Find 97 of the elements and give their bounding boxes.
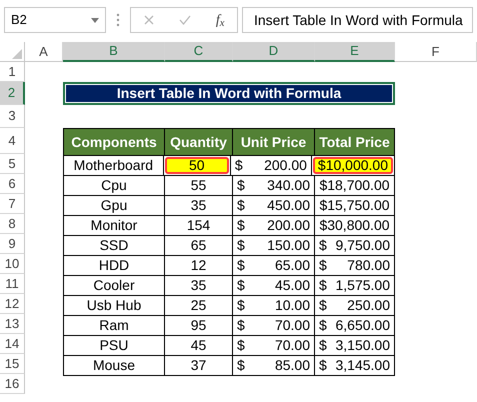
currency-symbol: $ [237,296,245,315]
currency-symbol: $ [237,176,245,195]
row-header[interactable]: 14 [0,334,25,354]
amount: 9,750.00 [336,236,390,255]
amount: 45.00 [274,276,310,295]
cancel-icon[interactable] [144,15,154,25]
column-header[interactable]: A [25,42,63,62]
column-header[interactable]: E [315,42,395,62]
row-header[interactable]: 5 [0,154,25,174]
table-cell-text: 65 [190,237,208,254]
table-cell: Ram [64,316,165,335]
insert-function-button[interactable]: f$_{x}$ [216,10,224,30]
amount: 250.00 [347,296,390,315]
amount: 65.00 [274,256,310,275]
column-header[interactable]: F [395,42,477,62]
column-heading: Components [64,129,165,155]
row-header[interactable]: 7 [0,194,25,214]
row-header[interactable]: 10 [0,254,25,274]
row-header[interactable]: 13 [0,314,25,334]
currency-symbol: $ [237,256,245,275]
amount: 70.00 [274,336,310,355]
amount: 6,650.00 [336,316,390,335]
table-cell: Cooler [64,276,165,295]
amount: 10.00 [274,296,310,315]
cell-reference: B2 [11,11,27,30]
column-heading: Unit Price [233,129,315,155]
amount: 200.00 [267,216,310,235]
corner-triangle-icon [12,49,22,59]
currency-symbol: $ [319,256,327,275]
table-cell: HDD [64,256,165,275]
row-header[interactable]: 4 [0,128,25,154]
amount: 780.00 [347,256,390,275]
row-header[interactable]: 12 [0,294,25,314]
table-cell-text: $30,800.00 [318,217,391,234]
row-header[interactable]: 8 [0,214,25,234]
name-box[interactable]: B2 [4,7,106,33]
amount: 70.00 [274,316,310,335]
column-heading: Total Price [315,129,395,155]
table-cell-text: $18,700.00 [318,177,391,194]
amount: 1,575.00 [336,276,390,295]
column-header[interactable]: B [63,42,165,62]
table-cell: Cpu [64,176,165,195]
currency-symbol: $ [234,156,243,175]
table-cell-text: 12 [190,257,208,274]
table-cell: PSU [64,336,165,355]
table-cell-text: 25 [190,297,208,314]
currency-symbol: $ [237,356,245,375]
column-header[interactable]: C [165,42,233,62]
table-cell: Usb Hub [64,296,165,315]
check-icon[interactable] [178,15,191,25]
dropdown-caret-icon [91,18,99,22]
currency-symbol: $ [319,276,327,295]
table-cell-text: 37 [190,357,208,374]
currency-symbol: $ [319,236,327,255]
amount: 200.00 [264,156,307,175]
currency-symbol: $ [319,296,327,315]
more-options-icon[interactable] [116,13,120,27]
row-header[interactable]: 16 [0,374,25,394]
row-header[interactable]: 6 [0,174,25,194]
currency-symbol: $ [237,316,245,335]
table-cell: Monitor [64,216,165,235]
table-cell: 50 [164,157,229,174]
table-cell-text: 35 [190,277,208,294]
table-cell: Gpu [64,196,165,215]
currency-symbol: $ [237,196,245,215]
table-cell-text: $15,750.00 [318,197,391,214]
amount: 340.00 [267,176,310,195]
currency-symbol: $ [319,356,327,375]
table-cell-text: 35 [190,197,208,214]
row-header[interactable]: 11 [0,274,25,294]
column-heading: Quantity [165,129,233,155]
table-cell-text: 55 [190,177,208,194]
row-header[interactable]: 1 [0,62,25,82]
amount: 3,145.00 [336,356,390,375]
currency-symbol: $ [237,216,245,235]
table-cell: Motherboard [64,156,164,175]
amount: 3,150.00 [336,336,390,355]
table-cell-text: 154 [186,217,212,234]
row-header[interactable]: 15 [0,354,25,374]
table-cell: SSD [64,236,165,255]
table-cell-text: 45 [190,337,208,354]
row-header[interactable]: 2 [0,82,25,105]
currency-symbol: $ [237,276,245,295]
currency-symbol: $ [319,316,327,335]
table-cell: Mouse [64,356,165,375]
table-cell: $10,000.00 [312,157,393,174]
amount: 85.00 [274,356,310,375]
currency-symbol: $ [319,336,327,355]
row-header[interactable]: 9 [0,234,25,254]
currency-symbol: $ [237,336,245,355]
formula-field[interactable]: Insert Table In Word with Formula [242,7,473,33]
amount: 150.00 [267,236,310,255]
table-cell-text: 95 [190,317,208,334]
column-header[interactable]: D [233,42,315,62]
row-header[interactable]: 3 [0,105,25,128]
currency-symbol: $ [237,236,245,255]
amount: 450.00 [267,196,310,215]
